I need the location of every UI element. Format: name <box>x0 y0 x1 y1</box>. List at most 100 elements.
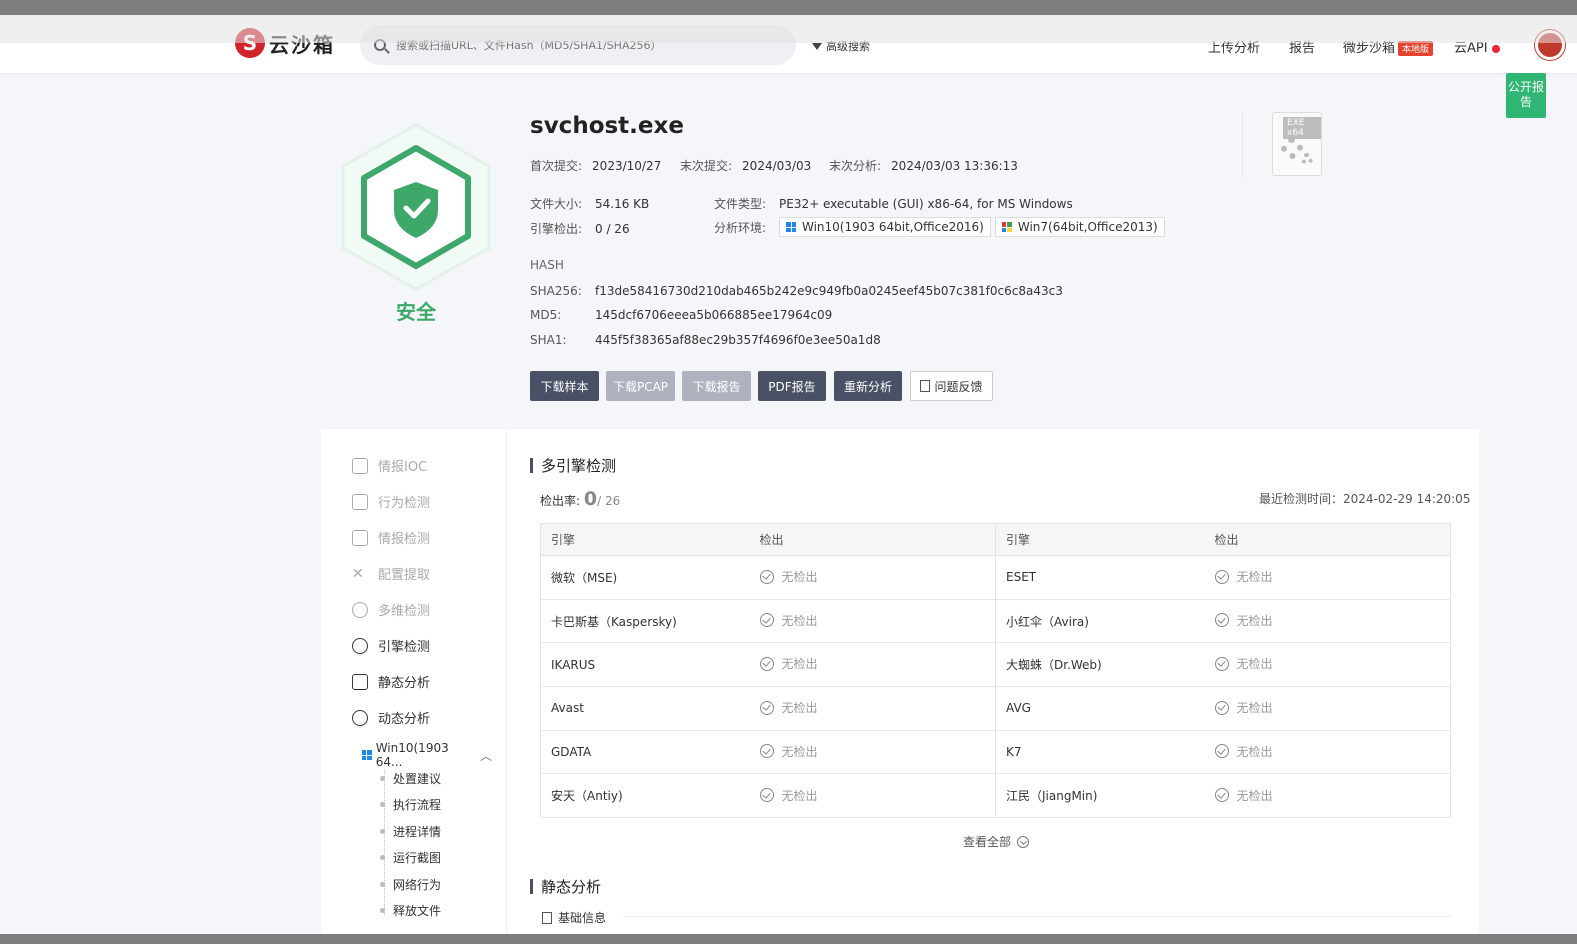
check-circle-icon <box>759 788 774 803</box>
view-all-button[interactable]: 查看全部 <box>963 833 1030 850</box>
check-circle-icon <box>1214 788 1229 803</box>
sidebar-item-static[interactable]: 静态分析 <box>352 672 430 691</box>
sidebar-sub-advice[interactable]: 处置建议 <box>380 770 441 787</box>
public-report-button[interactable]: 公开报告 <box>1506 73 1546 118</box>
sidebar-env-win10[interactable]: Win10(1903 64... ︿ <box>362 741 492 769</box>
static-section-title: 静态分析 <box>530 876 601 897</box>
feedback-button[interactable]: 问题反馈 <box>910 371 993 401</box>
sidebar-sub-screenshot[interactable]: 运行截图 <box>380 849 441 866</box>
file-size: 文件大小: 54.16 KB <box>530 197 650 211</box>
last-analysis: 末次分析: 2024/03/03 13:36:13 <box>829 159 1018 173</box>
engine-result: 无检出 <box>1204 730 1451 775</box>
engine-result: 无检出 <box>749 642 996 688</box>
engine-result: 无检出 <box>1204 642 1451 688</box>
engine-section-title: 多引擎检测 <box>530 455 616 476</box>
download-report-button[interactable]: 下载报告 <box>682 371 751 401</box>
nav-api-label: 云API <box>1454 41 1488 56</box>
question-icon <box>352 637 368 654</box>
engine-name: AVG <box>995 686 1205 731</box>
engine-name: 小红伞（Avira) <box>995 599 1205 644</box>
check-circle-icon <box>1214 656 1229 671</box>
sidebar-item-dynamic[interactable]: 动态分析 <box>352 708 430 727</box>
sidebar-item-behavior[interactable]: 行为检测 <box>352 492 430 511</box>
check-circle-icon <box>1214 700 1229 715</box>
shield-icon <box>341 123 491 291</box>
file-type: 文件类型: PE32+ executable (GUI) x86-64, for … <box>714 197 1073 211</box>
chevron-down-icon <box>1017 835 1030 848</box>
layout-icon <box>352 529 368 546</box>
col-detect-left: 检出 <box>749 523 996 556</box>
md5-row: MD5: 145dcf6706eeea5b066885ee17964c09 <box>530 308 833 322</box>
table-row: Avast 无检出 AVG 无检出 <box>540 686 1451 731</box>
window-chrome-top <box>0 0 1577 15</box>
analysis-env: 分析环境: Win10(1903 64bit,Office2016) Win7(… <box>714 217 1169 237</box>
sidebar-item-multi[interactable]: 多维检测 <box>352 600 430 619</box>
edit-icon <box>352 457 368 474</box>
sidebar-sub-flow[interactable]: 执行流程 <box>380 796 441 813</box>
table-row: 安天（Antiy) 无检出 江民（JiangMin) 无检出 <box>540 773 1451 819</box>
windows-icon <box>362 750 372 760</box>
engine-result: 无检出 <box>749 773 996 819</box>
check-circle-icon <box>759 656 774 671</box>
engine-detection: 引擎检出: 0 / 26 <box>530 222 630 236</box>
filter-icon <box>812 42 822 50</box>
engine-name: IKARUS <box>540 642 750 688</box>
engine-result: 无检出 <box>1204 555 1451 600</box>
list-icon <box>352 673 368 690</box>
engine-result: 无检出 <box>749 555 996 600</box>
sidebar-item-engine[interactable]: 引擎检测 <box>352 636 430 655</box>
sidebar-sub-dropped[interactable]: 释放文件 <box>380 902 441 919</box>
engine-name: 卡巴斯基（Kaspersky) <box>540 599 750 644</box>
env-tag-win7[interactable]: Win7(64bit,Office2013) <box>994 217 1165 237</box>
table-row: GDATA 无检出 K7 无检出 <box>540 730 1451 775</box>
pdf-report-button[interactable]: PDF报告 <box>758 371 826 401</box>
engine-name: 微软（MSE) <box>540 555 750 600</box>
detection-rate: 检出率: 0/ 26 <box>540 488 621 510</box>
tree-line <box>384 770 385 915</box>
engine-result: 无检出 <box>749 599 996 644</box>
download-sample-button[interactable]: 下载样本 <box>530 371 599 401</box>
file-type-tag: EXE x64 <box>1283 117 1321 139</box>
engine-name: ESET <box>995 555 1205 600</box>
engine-result: 无检出 <box>749 686 996 731</box>
col-engine-left: 引擎 <box>540 523 750 556</box>
sidebar-sub-process[interactable]: 进程详情 <box>380 823 441 840</box>
col-detect-right: 检出 <box>1204 523 1451 556</box>
engine-result: 无检出 <box>1204 686 1451 731</box>
check-circle-icon <box>759 700 774 715</box>
engine-name: 江民（JiangMin) <box>995 773 1205 819</box>
sidebar-sub-network[interactable]: 网络行为 <box>380 876 441 893</box>
document-icon <box>920 380 931 392</box>
check-circle-icon <box>759 744 774 759</box>
download-pcap-button[interactable]: 下载PCAP <box>606 371 675 401</box>
monitor-icon <box>352 493 368 510</box>
engine-name: Avast <box>540 686 750 731</box>
sidebar-item-intel[interactable]: 情报检测 <box>352 528 430 547</box>
local-edition-badge: 本地版 <box>1398 41 1434 56</box>
sha256-row: SHA256: f13de58416730d210dab465b242e9c949… <box>530 284 1063 298</box>
check-circle-icon <box>759 613 774 628</box>
sidebar-item-config[interactable]: ✕ 配置提取 <box>352 564 430 584</box>
divider <box>622 916 1451 917</box>
divider <box>1242 112 1243 177</box>
reanalyze-button[interactable]: 重新分析 <box>834 371 902 401</box>
engine-name: K7 <box>995 730 1205 775</box>
safe-shield-badge <box>340 122 492 292</box>
header-overlay <box>0 15 1577 43</box>
document-icon <box>542 911 552 924</box>
engine-result: 无检出 <box>1204 599 1451 644</box>
status-safe: 安全 <box>396 300 436 324</box>
windows-icon <box>786 222 796 232</box>
engine-name: GDATA <box>540 730 750 775</box>
hash-heading: HASH <box>530 258 564 272</box>
small-gear-icon <box>1301 153 1313 165</box>
sidebar-item-ioc[interactable]: 情报IOC <box>352 456 427 475</box>
engine-name: 安天（Antiy) <box>540 773 750 819</box>
table-row: 卡巴斯基（Kaspersky) 无检出 小红伞（Avira) 无检出 <box>540 599 1451 644</box>
first-submit: 首次提交: 2023/10/27 <box>530 159 662 173</box>
basic-info-heading: 基础信息 <box>542 909 606 926</box>
env-tag-win10[interactable]: Win10(1903 64bit,Office2016) <box>779 217 991 237</box>
check-circle-icon <box>1214 744 1229 759</box>
hot-dot-icon <box>1491 44 1500 53</box>
check-circle-icon <box>1214 613 1229 628</box>
